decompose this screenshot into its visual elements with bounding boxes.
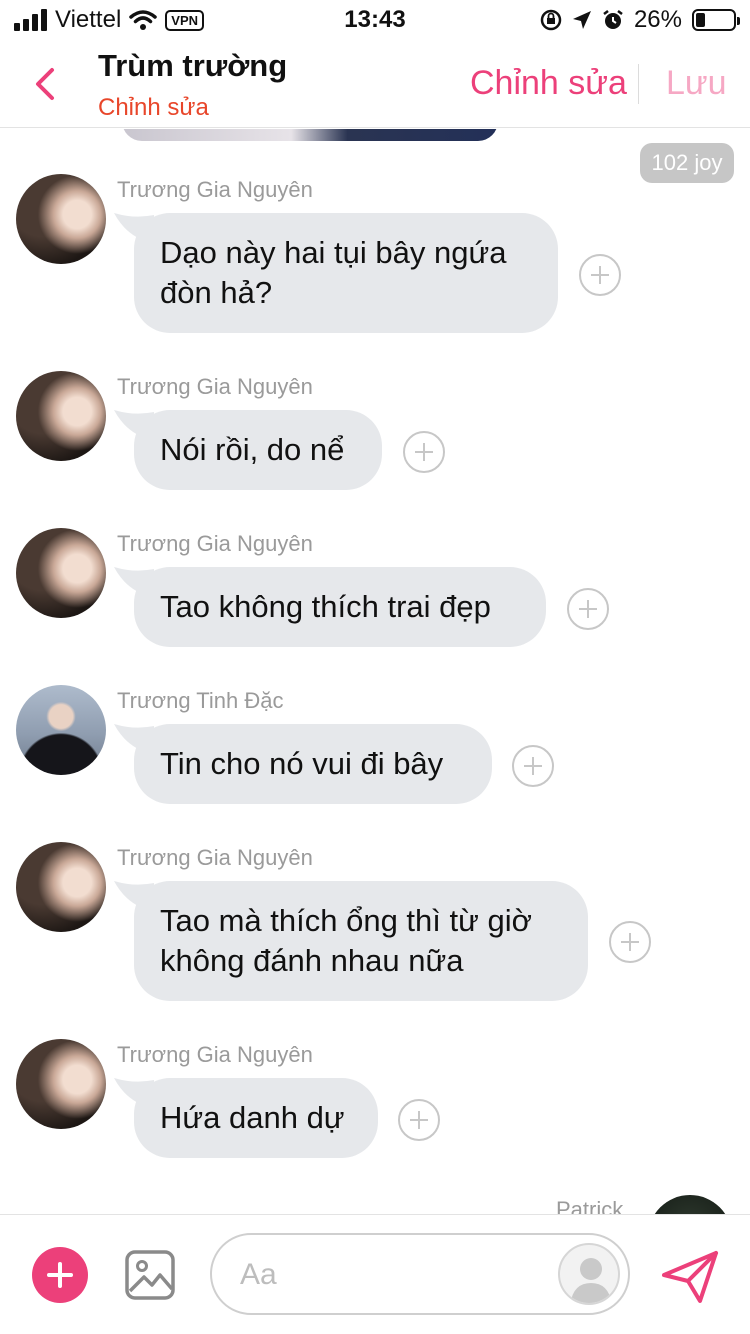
sender-name: Trương Gia Nguyên bbox=[117, 1042, 313, 1067]
message-bubble[interactable]: Nói rồi, do nể bbox=[134, 410, 382, 490]
header-divider bbox=[638, 64, 639, 104]
add-reaction-icon[interactable] bbox=[403, 431, 445, 473]
avatar[interactable] bbox=[16, 685, 106, 775]
avatar[interactable] bbox=[16, 528, 106, 618]
add-reaction-icon[interactable] bbox=[567, 588, 609, 630]
send-icon[interactable] bbox=[660, 1247, 720, 1307]
sender-name: Trương Gia Nguyên bbox=[117, 177, 313, 202]
avatar[interactable] bbox=[16, 1039, 106, 1129]
message-bubble[interactable]: Hứa danh dự bbox=[134, 1078, 378, 1158]
alarm-icon bbox=[603, 10, 623, 29]
chat-area[interactable]: 102 joy Trương Gia Nguyên Dạo này hai tụ… bbox=[0, 129, 750, 1214]
composer-bar bbox=[0, 1214, 750, 1334]
chat-title: Trùm trường bbox=[98, 48, 288, 83]
chat-header: Trùm trường Chỉnh sửa Chỉnh sửa Lưu bbox=[0, 40, 750, 128]
add-reaction-icon[interactable] bbox=[609, 921, 651, 963]
add-reaction-icon[interactable] bbox=[398, 1099, 440, 1141]
avatar[interactable] bbox=[16, 174, 106, 264]
battery-percent: 26% bbox=[633, 6, 682, 33]
add-reaction-icon[interactable] bbox=[512, 745, 554, 787]
message-bubble[interactable]: Tin cho nó vui đi bây bbox=[134, 724, 492, 804]
message-bubble[interactable]: Tao không thích trai đẹp bbox=[134, 567, 546, 647]
message-input[interactable] bbox=[240, 1249, 540, 1301]
battery-icon bbox=[692, 9, 740, 31]
sender-name: Trương Gia Nguyên bbox=[117, 531, 313, 556]
joy-badge: 102 joy bbox=[640, 143, 734, 183]
add-reaction-icon[interactable] bbox=[579, 254, 621, 296]
sender-name: Trương Gia Nguyên bbox=[117, 845, 313, 870]
edit-button[interactable]: Chỉnh sửa bbox=[470, 64, 627, 103]
location-arrow-icon bbox=[572, 11, 591, 29]
message-bubble[interactable]: Tao mà thích ổng thì từ giờ không đánh n… bbox=[134, 881, 588, 1001]
status-bar: Viettel VPN 13:43 26% bbox=[0, 0, 750, 40]
image-icon[interactable] bbox=[124, 1249, 176, 1301]
sender-name: Trương Tinh Đặc bbox=[117, 688, 284, 713]
plus-icon[interactable] bbox=[32, 1247, 88, 1303]
mask-avatar-icon[interactable] bbox=[558, 1243, 620, 1305]
rotation-lock-icon bbox=[540, 9, 562, 31]
chat-subtitle: Chỉnh sửa bbox=[98, 94, 209, 121]
avatar[interactable] bbox=[16, 842, 106, 932]
avatar[interactable] bbox=[16, 371, 106, 461]
message-bubble[interactable]: Dạo này hai tụi bây ngứa đòn hả? bbox=[134, 213, 558, 333]
chevron-left-icon[interactable] bbox=[30, 64, 60, 104]
save-button[interactable]: Lưu bbox=[666, 64, 727, 103]
avatar[interactable] bbox=[648, 1195, 732, 1214]
previous-image-message[interactable] bbox=[122, 129, 498, 141]
sender-name: Patrick bbox=[556, 1197, 624, 1214]
sender-name: Trương Gia Nguyên bbox=[117, 374, 313, 399]
message-input-container bbox=[210, 1233, 630, 1315]
